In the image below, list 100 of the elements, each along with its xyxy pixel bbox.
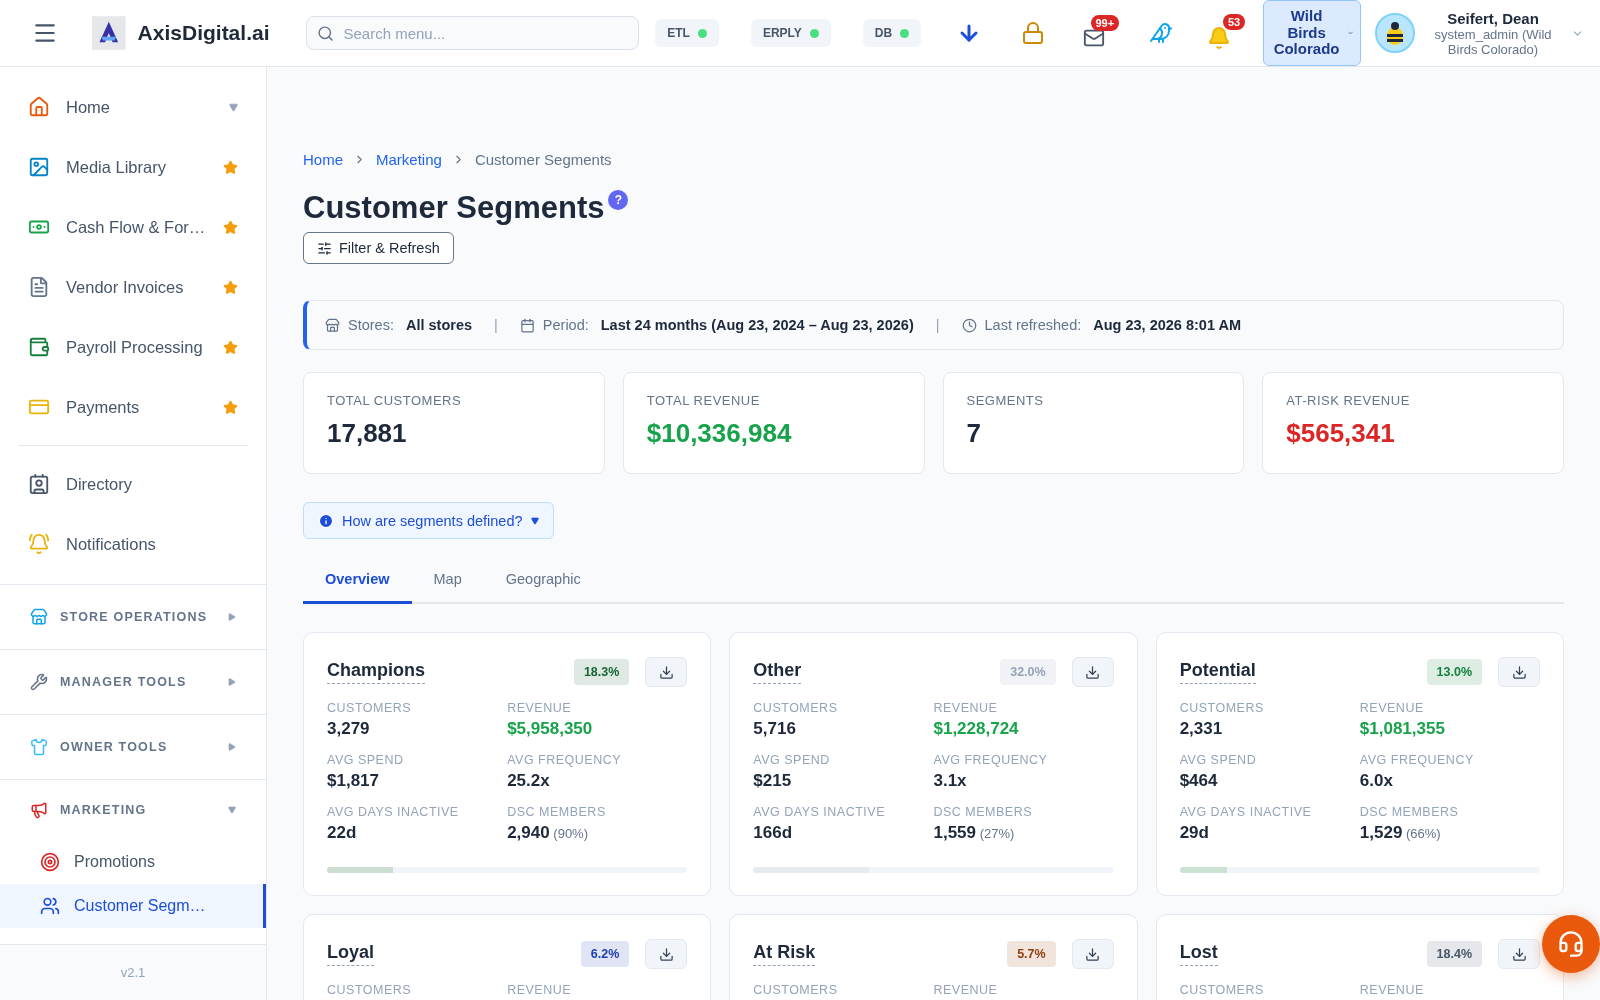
tab[interactable]: Geographic (483, 559, 603, 604)
breadcrumb-link[interactable]: Marketing (376, 151, 442, 168)
search-field[interactable]: Search menu... (305, 16, 640, 50)
star-icon[interactable] (223, 399, 238, 415)
sidebar-subitem[interactable]: Customer Segm… (0, 884, 266, 928)
sliders-icon (317, 240, 332, 256)
user-name: Seifert, Dean (1446, 9, 1540, 27)
metric-label: CUSTOMERS (1179, 983, 1265, 997)
mail-badge: 99+ (1090, 15, 1120, 31)
calendar-icon (519, 317, 535, 333)
stat-value: $565,341 (1286, 418, 1396, 449)
stat-value: $10,336,984 (646, 418, 793, 449)
metric-value: $1,228,724 (933, 719, 1020, 739)
sidebar-item[interactable]: Home (0, 77, 266, 137)
support-button[interactable] (1542, 915, 1600, 973)
metric-value: 1,559 (27%) (933, 823, 1016, 843)
sidebar-item[interactable]: Cash Flow & For… (0, 197, 266, 257)
stat-value: 17,881 (327, 418, 408, 449)
download-button[interactable] (645, 939, 688, 969)
sidebar-item[interactable]: Payroll Processing (0, 317, 266, 377)
download-button[interactable] (1071, 657, 1114, 687)
download-icon (1511, 664, 1527, 680)
sidebar-subitem[interactable]: Promotions (0, 840, 266, 884)
info-icon (318, 512, 334, 529)
metric-value: 166d (753, 823, 794, 843)
bird-icon (1149, 21, 1174, 45)
sidebar-item[interactable]: Media Library (0, 137, 266, 197)
logo-icon (92, 15, 126, 51)
share-badge: 13.0% (1426, 659, 1482, 685)
download-button[interactable] (1498, 657, 1540, 687)
stat-label: AT-RISK REVENUE (1286, 393, 1411, 408)
metric-label: REVENUE (507, 983, 573, 997)
stat-label: TOTAL REVENUE (646, 393, 761, 408)
download-icon (658, 664, 674, 680)
lock-icon (1021, 21, 1046, 45)
download-button[interactable] (1498, 939, 1540, 969)
star-icon[interactable] (223, 339, 238, 355)
metric-label: CUSTOMERS (327, 701, 413, 715)
tab[interactable]: Map (411, 559, 484, 604)
metric-label: REVENUE (933, 983, 999, 997)
metric-label: AVG SPEND (753, 753, 831, 767)
bell-button[interactable]: 53 (1203, 14, 1246, 52)
tab[interactable]: Overview (303, 559, 412, 604)
metric-label: REVENUE (507, 701, 573, 715)
star-icon[interactable] (223, 219, 238, 235)
segment-name: Potential (1179, 660, 1256, 684)
metric-label: AVG FREQUENCY (933, 753, 1049, 767)
download-button[interactable] (645, 657, 688, 687)
mail-button[interactable]: 99+ (1079, 15, 1120, 51)
bell-icon (28, 533, 50, 555)
metric-value: 3.1x (933, 771, 968, 791)
bell-icon (1207, 26, 1232, 50)
megaphone-icon (30, 801, 48, 819)
stat-label: TOTAL CUSTOMERS (327, 393, 463, 408)
star-icon[interactable] (223, 279, 238, 295)
metric-value: 29d (1179, 823, 1210, 843)
store-selector[interactable]: Wild Birds Colorado (1263, 0, 1361, 66)
store-icon (30, 608, 48, 626)
mail-icon (1083, 27, 1106, 49)
download-button[interactable] (1071, 939, 1114, 969)
clock-icon (961, 317, 977, 333)
section-header[interactable]: MARKETING (0, 780, 266, 840)
metric-label: CUSTOMERS (753, 983, 839, 997)
metric-label: CUSTOMERS (1179, 701, 1265, 715)
help-badge[interactable]: ? (608, 190, 629, 210)
filter-refresh-button[interactable]: Filter & Refresh (303, 232, 454, 264)
share-badge: 18.3% (573, 659, 630, 685)
search-icon (316, 24, 334, 42)
lock-button[interactable] (1021, 21, 1046, 45)
info-value: All stores (405, 317, 473, 333)
metric-label: DSC MEMBERS (507, 805, 607, 819)
breadcrumb-link[interactable]: Home (303, 151, 343, 168)
sidebar-item[interactable]: Vendor Invoices (0, 257, 266, 317)
bird-button[interactable] (1149, 21, 1174, 45)
user-role: system_admin (Wild Birds Colorado) (1433, 26, 1553, 57)
metric-value: $5,958,350 (507, 719, 594, 739)
sidebar-item[interactable]: Payments (0, 377, 266, 437)
wrench-icon (30, 673, 48, 691)
status-chip: ETL (655, 19, 719, 47)
metric-label: AVG DAYS INACTIVE (1179, 805, 1313, 819)
info-value: Last 24 months (Aug 23, 2024 – Aug 23, 2026) (600, 317, 914, 333)
sidebar-item[interactable]: Directory (0, 454, 266, 514)
document-icon (28, 276, 50, 298)
users-icon (40, 896, 60, 916)
share-badge: 32.0% (1000, 659, 1056, 685)
metric-value: $464 (1179, 771, 1219, 791)
section-header[interactable]: MANAGER TOOLS (0, 650, 266, 714)
search-input[interactable]: Search menu... (341, 23, 629, 43)
sidebar-item[interactable]: Notifications (0, 514, 266, 574)
section-header[interactable]: STORE OPERATIONS (0, 585, 266, 649)
segment-definition-toggle[interactable]: How are segments defined? (303, 502, 554, 539)
segment-name: Other (753, 660, 802, 684)
download-icon (1085, 664, 1101, 680)
section-header[interactable]: OWNER TOOLS (0, 715, 266, 779)
metric-label: REVENUE (1359, 983, 1425, 997)
metric-label: AVG DAYS INACTIVE (753, 805, 886, 819)
target-icon (40, 852, 60, 872)
headset-icon (1557, 930, 1585, 958)
download-icon (1085, 946, 1101, 962)
star-icon[interactable] (223, 159, 238, 175)
